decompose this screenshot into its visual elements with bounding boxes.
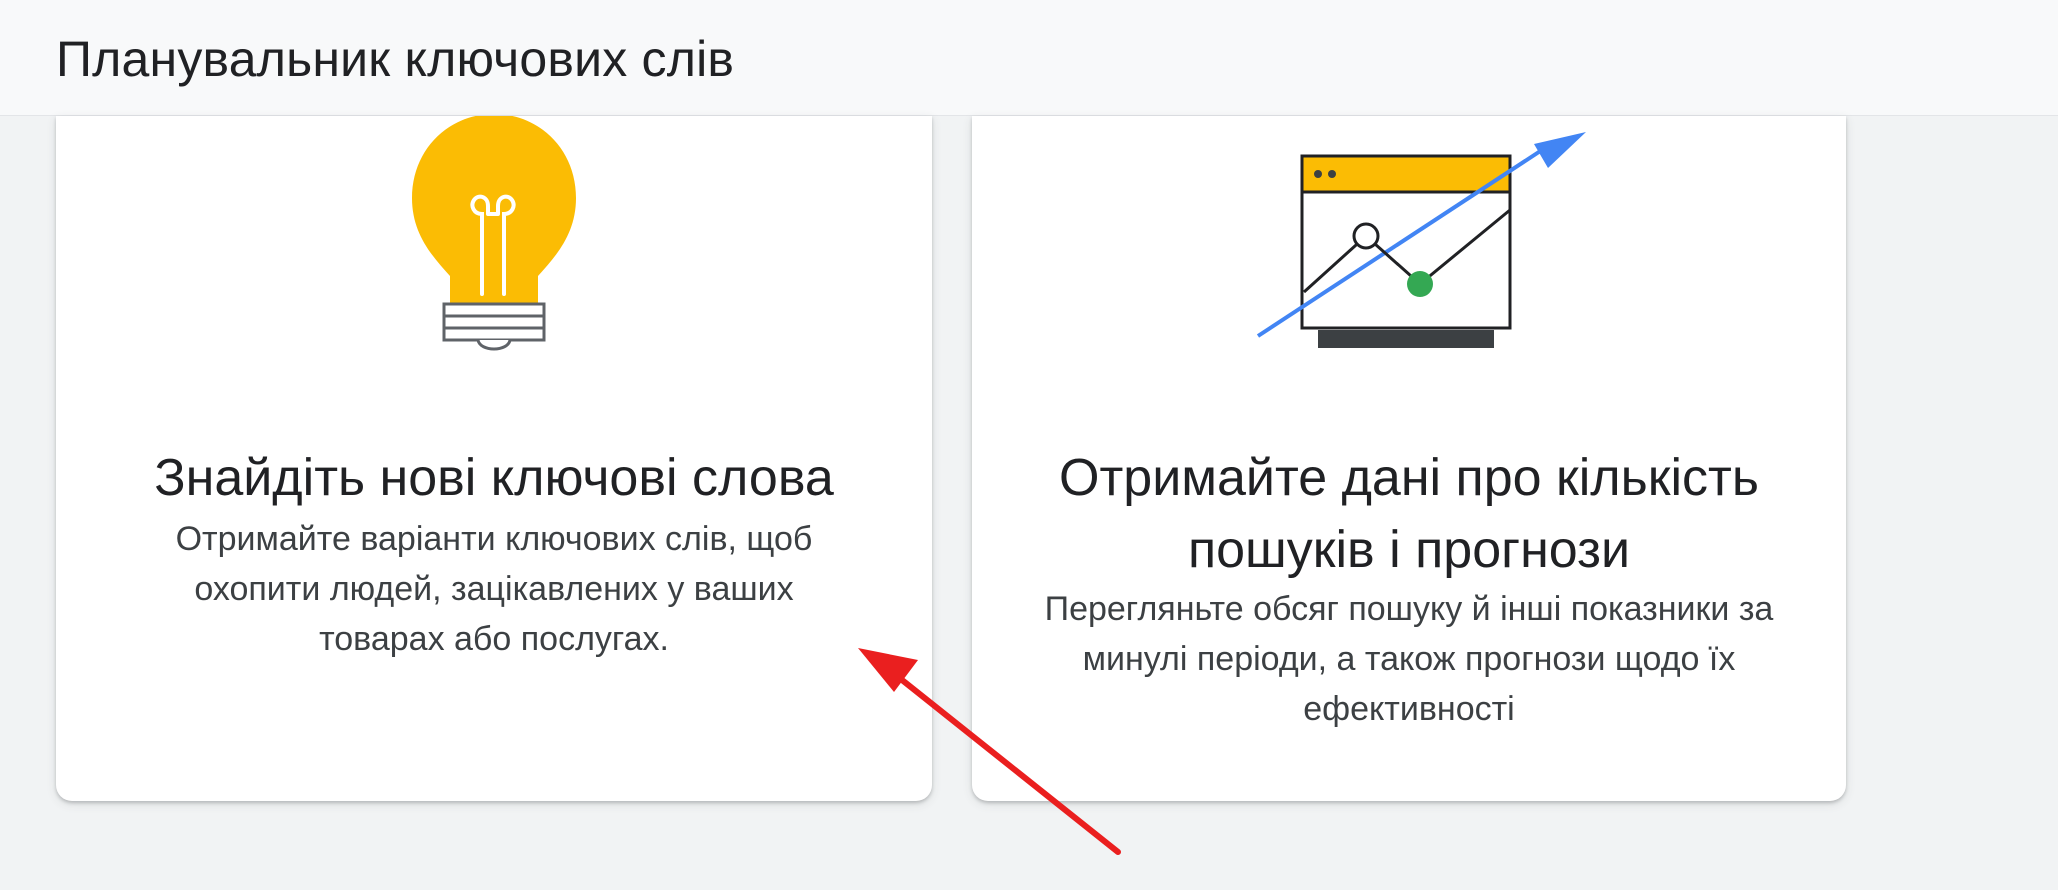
discover-keywords-card[interactable]: Знайдіть нові ключові слова Отримайте ва… — [56, 116, 932, 801]
trend-chart-icon — [1256, 132, 1586, 348]
card-description: Отримайте варіанти ключових слів, щоб ох… — [175, 520, 813, 658]
card-description: Перегляньте обсяг пошуку й інші показник… — [1044, 590, 1774, 728]
lightbulb-icon — [412, 116, 576, 351]
page-title: Планувальник ключових слів — [56, 31, 735, 87]
page-header: Планувальник ключових слів — [0, 0, 2058, 116]
search-volume-forecast-card[interactable]: Отримайте дані про кількість пошуків і п… — [972, 116, 1846, 801]
card-heading: Отримайте дані про кількість пошуків і п… — [1059, 449, 1759, 579]
card-heading: Знайдіть нові ключові слова — [154, 449, 834, 507]
